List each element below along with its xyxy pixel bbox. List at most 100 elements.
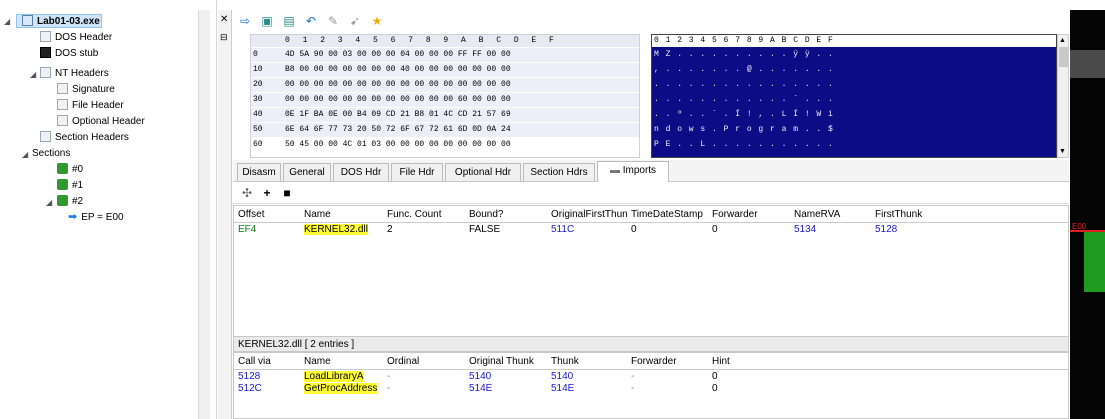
- collapse-arrow-icon[interactable]: ◢: [22, 150, 28, 159]
- tree-node-dos-header[interactable]: DOS Header: [40, 30, 112, 45]
- arrow-icon[interactable]: ⇨: [237, 13, 253, 29]
- pointer-icon[interactable]: ➹: [347, 13, 363, 29]
- hex-offset: 30: [253, 95, 263, 104]
- tree-label: Signature: [72, 84, 115, 95]
- hex-scrollbar[interactable]: ▲ ▼: [1057, 34, 1069, 158]
- tree-label: #0: [72, 164, 84, 175]
- tree-node-sections[interactable]: Sections: [32, 146, 70, 161]
- star-icon[interactable]: ★: [369, 13, 385, 29]
- hex-row[interactable]: 40 0E 1F BA 0E 00 B4 09 CD 21 B8 01 4C CD…: [251, 108, 639, 122]
- collapse-arrow-icon[interactable]: ◢: [46, 198, 52, 207]
- tab-optional-hdr[interactable]: Optional Hdr: [445, 163, 521, 181]
- ascii-row[interactable]: . . º . . ´ . Í ! , . L Í ! W i: [654, 108, 834, 122]
- ascii-row[interactable]: n d o w s . P r o g r a m . . $: [654, 123, 834, 137]
- close-icon[interactable]: ✕: [220, 14, 228, 25]
- ascii-view[interactable]: 0 1 2 3 4 5 6 7 8 9 A B C D E F M Z . . …: [651, 34, 1057, 158]
- tree-node-section-1[interactable]: #1: [57, 178, 83, 193]
- tree-node-file-header[interactable]: File Header: [57, 98, 124, 113]
- tree-node-dos-stub[interactable]: DOS stub: [40, 46, 98, 61]
- tree-scrollbar[interactable]: [198, 10, 210, 419]
- tree-node-root[interactable]: Lab01-03.exe: [22, 14, 100, 29]
- hex-row[interactable]: 0 4D 5A 90 00 03 00 00 00 04 00 00 00 FF …: [251, 48, 639, 62]
- section-block: [1084, 232, 1105, 292]
- col-forwarder[interactable]: Forwarder: [712, 206, 758, 223]
- exe-icon: [22, 15, 33, 26]
- hex-row[interactable]: 10 B8 00 00 00 00 00 00 00 40 00 00 00 00…: [251, 63, 639, 77]
- tab-general[interactable]: General: [283, 163, 331, 181]
- wrench-icon[interactable]: ✎: [325, 13, 341, 29]
- tab-file-hdr[interactable]: File Hdr: [391, 163, 443, 181]
- hex-row[interactable]: 30 00 00 00 00 00 00 00 00 00 00 00 00 60…: [251, 93, 639, 107]
- save-as-icon[interactable]: ▤: [281, 13, 297, 29]
- table-row[interactable]: EF4 KERNEL32.dll 2 FALSE 511C 0 0 5134 5…: [234, 224, 1068, 238]
- save-icon[interactable]: ▣: [259, 13, 275, 29]
- cell-dll-name: KERNEL32.dll: [304, 224, 368, 235]
- tree-node-entry-point[interactable]: ➡ EP = E00: [68, 210, 124, 225]
- imports-table-header: Offset Name Func. Count Bound? OriginalF…: [234, 206, 1068, 223]
- tree-label: NT Headers: [55, 68, 109, 79]
- ascii-row[interactable]: . . . . . . . . . . . . ` . . .: [654, 93, 834, 107]
- hex-row[interactable]: 20 00 00 00 00 00 00 00 00 00 00 00 00 00…: [251, 78, 639, 92]
- section-map-panel[interactable]: E00: [1070, 10, 1105, 419]
- col-forwarder[interactable]: Forwarder: [631, 353, 677, 370]
- scroll-thumb[interactable]: [1059, 47, 1068, 67]
- col-first-thunk[interactable]: FirstThunk: [875, 206, 922, 223]
- collapse-arrow-icon[interactable]: ◢: [4, 17, 10, 26]
- tree-label: #2: [72, 196, 84, 207]
- tree-node-signature[interactable]: Signature: [57, 82, 115, 97]
- col-original-first-thunk[interactable]: OriginalFirstThun: [551, 206, 628, 223]
- save-icon[interactable]: ■: [279, 185, 295, 201]
- scroll-down-icon[interactable]: ▼: [1059, 148, 1066, 155]
- col-name[interactable]: Name: [304, 206, 331, 223]
- hex-row[interactable]: 50 6E 64 6F 77 73 20 50 72 6F 67 72 61 6D…: [251, 123, 639, 137]
- cell-original-thunk: 514E: [469, 383, 493, 394]
- side-strip: ✕ ⊟: [218, 10, 232, 419]
- cell-first-thunk: 5128: [875, 224, 898, 235]
- tree-label: File Header: [72, 100, 124, 111]
- ascii-row[interactable]: . . . . . . . . . . . . . . . .: [654, 78, 834, 92]
- tree-node-nt-headers[interactable]: NT Headers: [40, 66, 109, 81]
- col-name-rva[interactable]: NameRVA: [794, 206, 840, 223]
- col-bound[interactable]: Bound?: [469, 206, 503, 223]
- cell-func-name: LoadLibraryA: [304, 371, 364, 382]
- ascii-row[interactable]: P E . . L . . . . . . . . . . .: [654, 138, 834, 152]
- scroll-up-icon[interactable]: ▲: [1059, 37, 1066, 44]
- tab-section-hdrs[interactable]: Section Hdrs: [523, 163, 595, 181]
- table-row[interactable]: 5128 LoadLibraryA - 5140 5140 - 0: [234, 371, 1068, 383]
- tree-label: Sections: [32, 148, 71, 159]
- cell-offset: EF4: [238, 224, 257, 235]
- col-ordinal[interactable]: Ordinal: [387, 353, 419, 370]
- col-time-date-stamp[interactable]: TimeDateStamp: [631, 206, 703, 223]
- collapse-arrow-icon[interactable]: ◢: [30, 70, 36, 79]
- undo-icon[interactable]: ↶: [303, 13, 319, 29]
- ascii-row[interactable]: , . . . . . . . @ . . . . . . .: [654, 63, 834, 77]
- pin-icon[interactable]: ⊟: [220, 32, 228, 43]
- add-icon[interactable]: +: [259, 185, 275, 201]
- move-icon[interactable]: ✣: [239, 185, 255, 201]
- col-hint[interactable]: Hint: [712, 353, 730, 370]
- hex-row[interactable]: 60 50 45 00 00 4C 01 03 00 00 00 00 00 00…: [251, 138, 639, 152]
- file-icon: [40, 31, 51, 42]
- col-func-count[interactable]: Func. Count: [387, 206, 441, 223]
- cell-original-first-thunk: 511C: [551, 224, 575, 235]
- col-original-thunk[interactable]: Original Thunk: [469, 353, 534, 370]
- puzzle-icon: [57, 163, 68, 174]
- tree-node-section-2[interactable]: #2: [57, 194, 83, 209]
- col-call-via[interactable]: Call via: [238, 353, 271, 370]
- col-name[interactable]: Name: [304, 353, 331, 370]
- hex-view[interactable]: 0 1 2 3 4 5 6 7 8 9 A B C D E F 0 4D 5A 9…: [250, 34, 640, 158]
- table-row[interactable]: 512C GetProcAddress - 514E 514E - 0: [234, 383, 1068, 395]
- col-thunk[interactable]: Thunk: [551, 353, 579, 370]
- hex-offset: 40: [253, 110, 263, 119]
- tree-node-section-0[interactable]: #0: [57, 162, 83, 177]
- tab-dos-hdr[interactable]: DOS Hdr: [333, 163, 389, 181]
- hex-header: 0 1 2 3 4 5 6 7 8 9 A B C D E F: [251, 35, 639, 47]
- tab-disasm[interactable]: Disasm: [237, 163, 281, 181]
- tree-node-section-headers[interactable]: Section Headers: [40, 130, 129, 145]
- col-offset[interactable]: Offset: [238, 206, 265, 223]
- cell-call-via: 5128: [238, 371, 261, 382]
- ascii-row[interactable]: M Z . . . . . . . . . . ÿ ÿ . .: [654, 48, 834, 62]
- tab-imports[interactable]: ▬ Imports: [597, 161, 669, 182]
- cell-hint: 0: [712, 383, 718, 394]
- tree-node-optional-header[interactable]: Optional Header: [57, 114, 145, 129]
